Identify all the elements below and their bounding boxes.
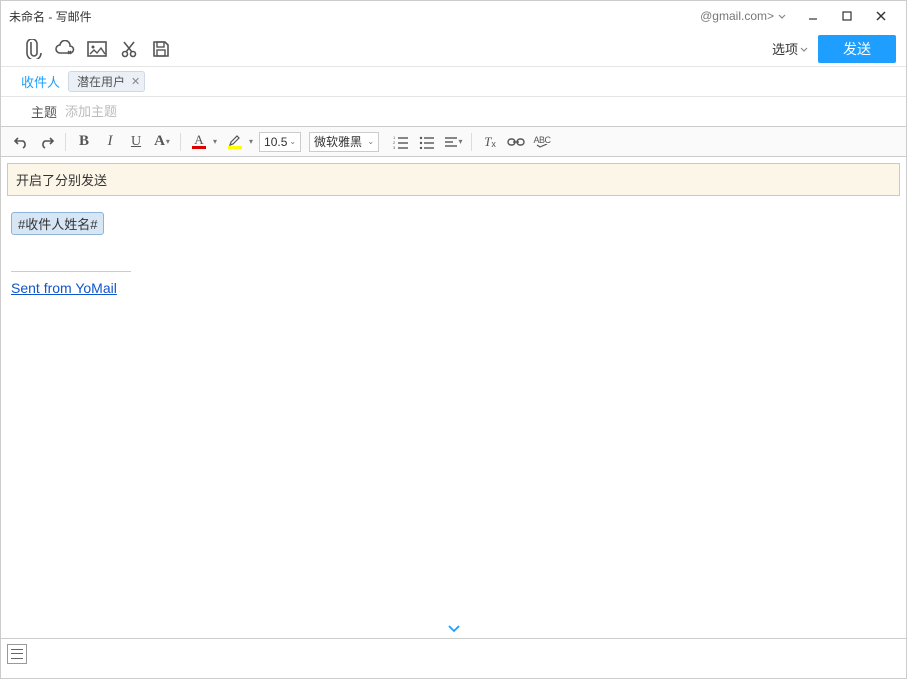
svg-text:3: 3 — [393, 145, 396, 149]
separator — [180, 133, 181, 151]
font-family-value: 微软雅黑 — [314, 133, 362, 150]
remove-tag-icon[interactable]: ✕ — [131, 75, 140, 88]
options-dropdown[interactable]: 选项 — [772, 39, 808, 58]
separator — [65, 133, 66, 151]
recipient-row[interactable]: 收件人 潜在用户 ✕ — [1, 67, 906, 97]
cloud-attach-icon[interactable] — [49, 34, 81, 64]
title-bar: 未命名 - 写邮件 @gmail.com> — [1, 1, 906, 31]
attachment-bar — [1, 638, 906, 668]
cut-icon[interactable] — [113, 34, 145, 64]
link-button[interactable] — [504, 130, 528, 154]
recipient-name-variable[interactable]: #收件人姓名# — [11, 212, 104, 235]
attach-icon[interactable] — [17, 34, 49, 64]
main-toolbar: 选项 发送 — [1, 31, 906, 67]
subject-row: 主题 — [1, 97, 906, 127]
ordered-list-button[interactable]: 123 — [389, 130, 413, 154]
signature-divider — [11, 271, 131, 272]
unordered-list-button[interactable] — [415, 130, 439, 154]
undo-button[interactable] — [9, 130, 33, 154]
recipient-tag-text: 潜在用户 — [77, 73, 125, 90]
window-title: 未命名 - 写邮件 — [9, 8, 92, 25]
redo-button[interactable] — [35, 130, 59, 154]
chevron-down-icon[interactable]: ▾ — [249, 137, 253, 146]
subject-label: 主题 — [31, 102, 57, 121]
close-button[interactable] — [864, 5, 898, 27]
image-icon[interactable] — [81, 34, 113, 64]
chevron-down-icon[interactable]: ▾ — [213, 137, 217, 146]
font-size-value: 10.5 — [264, 135, 287, 149]
clear-format-button[interactable]: Tx — [478, 130, 502, 154]
align-button[interactable]: ▾ — [441, 130, 465, 154]
underline-button[interactable]: U — [124, 130, 148, 154]
save-icon[interactable] — [145, 34, 177, 64]
recipient-tag[interactable]: 潜在用户 ✕ — [68, 71, 145, 92]
minimize-button[interactable] — [796, 5, 830, 27]
signature-link[interactable]: Sent from YoMail — [11, 280, 117, 296]
recipient-label[interactable]: 收件人 — [21, 72, 60, 91]
highlight-color-button[interactable] — [223, 130, 247, 154]
format-toolbar: B I U A▾ A ▾ ▾ 10.5 ⌄ 微软雅黑 ⌄ 123 ▾ Tx AB… — [1, 127, 906, 157]
font-size-select[interactable]: 10.5 ⌄ — [259, 132, 301, 152]
text-color-button[interactable]: A — [187, 130, 211, 154]
separate-send-banner: 开启了分别发送 — [7, 163, 900, 196]
bold-button[interactable]: B — [72, 130, 96, 154]
italic-button[interactable]: I — [98, 130, 122, 154]
spellcheck-button[interactable]: ABC — [530, 130, 554, 154]
options-label: 选项 — [772, 39, 798, 58]
email-body-editor[interactable]: #收件人姓名# Sent from YoMail — [1, 202, 906, 638]
expand-handle-icon[interactable] — [447, 620, 461, 636]
send-button[interactable]: 发送 — [818, 35, 896, 63]
attachment-preview-icon[interactable] — [7, 644, 27, 664]
account-label[interactable]: @gmail.com> — [700, 9, 774, 23]
maximize-button[interactable] — [830, 5, 864, 27]
font-dropdown-button[interactable]: A▾ — [150, 130, 174, 154]
banner-text: 开启了分别发送 — [16, 173, 107, 188]
separator — [471, 133, 472, 151]
chevron-down-icon — [800, 41, 808, 56]
font-family-select[interactable]: 微软雅黑 ⌄ — [309, 132, 379, 152]
subject-input[interactable] — [65, 104, 894, 119]
account-dropdown-icon[interactable] — [778, 9, 786, 23]
